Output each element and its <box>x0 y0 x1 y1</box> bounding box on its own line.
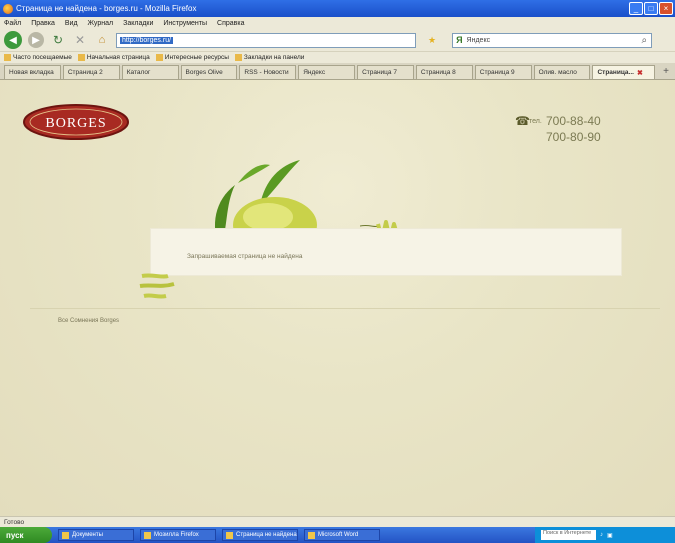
taskbar-item[interactable]: Страница не найдена <box>222 529 298 541</box>
bookmark-item[interactable]: Закладки на панели <box>234 53 305 62</box>
firefox-icon <box>226 531 233 539</box>
bookmark-label: Часто посещаемые <box>13 54 72 62</box>
tab-strip: Новая вкладка Страница 2 Каталог Borges … <box>0 63 675 80</box>
error-message: Запрашиваемая страница не найдена <box>187 253 303 260</box>
search-icon[interactable]: ⌕ <box>641 35 647 46</box>
tab-close-icon[interactable]: ✖ <box>637 69 643 77</box>
system-tray: Поиск в Интернете ♪ ▣ <box>535 527 675 543</box>
status-bar: Готово <box>0 516 675 527</box>
logo-text: BORGES <box>45 116 106 131</box>
tab[interactable]: Borges Olive <box>180 65 238 79</box>
taskbar-item-label: Microsoft Word <box>318 532 359 538</box>
stop-icon[interactable]: ✕ <box>72 32 88 48</box>
folder-icon <box>77 53 85 61</box>
menu-bookmarks[interactable]: Закладки <box>123 20 153 27</box>
speaker-icon[interactable]: ♪ <box>600 532 603 538</box>
tab[interactable]: Яндекс <box>298 65 356 79</box>
bookmark-item[interactable]: Начальная страница <box>77 53 150 62</box>
error-notice-panel: Запрашиваемая страница не найдена <box>150 228 622 276</box>
new-tab-button[interactable]: + <box>657 66 675 77</box>
search-input[interactable]: Я Яндекс ⌕ <box>452 32 653 48</box>
tab-label: Borges Olive <box>185 69 223 76</box>
network-icon[interactable]: ▣ <box>607 532 613 539</box>
folder-icon <box>155 53 163 61</box>
tab[interactable]: Страница 7 <box>357 65 414 79</box>
tab[interactable]: Страница 2 <box>62 65 120 79</box>
reload-icon[interactable]: ↻ <box>50 32 66 48</box>
status-text: Готово <box>4 518 25 526</box>
taskbar-item[interactable]: Microsoft Word <box>304 529 380 541</box>
phone-number-1: 700-88-40 <box>546 114 601 128</box>
tab-label: Каталог <box>126 69 151 76</box>
home-icon[interactable]: ⌂ <box>94 32 110 48</box>
url-text: http://borges.ru/ <box>120 36 174 44</box>
search-engine-icon[interactable]: Я <box>456 35 462 45</box>
start-button[interactable]: пуск <box>0 527 52 543</box>
tray-search-input[interactable]: Поиск в Интернете <box>541 530 596 540</box>
close-button[interactable]: × <box>659 2 673 15</box>
folder-icon <box>234 53 242 61</box>
search-placeholder: Яндекс <box>466 36 491 44</box>
tab[interactable]: Новая вкладка <box>4 65 61 79</box>
bookmarks-toolbar: Часто посещаемые Начальная страница Инте… <box>0 51 675 63</box>
tab[interactable]: Страница 9 <box>474 65 532 79</box>
phone-prefix: тел. <box>529 118 542 125</box>
menu-view[interactable]: Вид <box>65 20 78 27</box>
window-title: Страница не найдена - borges.ru - Mozill… <box>16 4 197 13</box>
firefox-icon <box>144 531 151 539</box>
tab-active[interactable]: Страница... ✖ <box>592 65 656 79</box>
taskbar-item-label: Мозилла Firefox <box>154 532 199 538</box>
url-bar[interactable]: http://borges.ru/ <box>116 32 416 48</box>
tab-label: Яндекс <box>303 69 326 76</box>
window-titlebar: Страница не найдена - borges.ru - Mozill… <box>0 0 675 17</box>
firefox-icon <box>3 3 13 14</box>
tab-label: Страница 8 <box>420 69 456 76</box>
page-content: BORGES ☎ тел. 700-88-40 700-80-90 Запраш… <box>0 80 675 516</box>
folder-icon <box>4 53 11 61</box>
forward-button[interactable]: ▶ <box>28 32 44 48</box>
window-controls: _ □ × <box>629 2 673 15</box>
bookmark-star-icon[interactable]: ★ <box>428 35 436 46</box>
tab-label: Страница 9 <box>479 69 515 76</box>
menu-file[interactable]: Файл <box>4 20 21 27</box>
bookmark-item[interactable]: Интересные ресурсы <box>155 53 229 62</box>
tab-label: RSS - Новости <box>244 69 289 76</box>
tab-label: Новая вкладка <box>9 69 54 76</box>
tab-label: Олив. масло <box>538 69 577 76</box>
borges-logo[interactable]: BORGES <box>22 102 130 142</box>
bookmark-label: Интересные ресурсы <box>164 54 229 62</box>
bookmark-label: Начальная страница <box>86 54 150 62</box>
tab[interactable]: Каталог <box>121 65 179 79</box>
bookmark-item[interactable]: Часто посещаемые <box>4 53 72 62</box>
windows-taskbar: пуск Документы Мозилла Firefox Страница … <box>0 527 675 543</box>
menu-tools[interactable]: Инструменты <box>163 20 207 27</box>
tab-label: Страница 2 <box>67 69 103 76</box>
content-divider <box>30 308 660 309</box>
folder-icon <box>62 531 69 539</box>
taskbar-item[interactable]: Документы <box>58 529 134 541</box>
menu-edit[interactable]: Правка <box>31 20 55 27</box>
phone-icon: ☎ <box>515 114 530 128</box>
taskbar-item-label: Документы <box>72 532 103 538</box>
word-icon <box>308 531 315 539</box>
footer-link[interactable]: Все Сомнения Borges <box>58 318 119 324</box>
navigation-toolbar: ◀ ▶ ↻ ✕ ⌂ http://borges.ru/ ★ Я Яндекс ⌕ <box>0 29 675 51</box>
phone-number-2: 700-80-90 <box>546 130 601 144</box>
menu-history[interactable]: Журнал <box>88 20 114 27</box>
tab-label: Страница 7 <box>362 69 397 76</box>
bookmark-label: Закладки на панели <box>243 54 305 62</box>
tab-label: Страница... <box>597 69 634 76</box>
maximize-button[interactable]: □ <box>644 2 658 15</box>
menu-help[interactable]: Справка <box>217 20 244 27</box>
taskbar-item[interactable]: Мозилла Firefox <box>140 529 216 541</box>
taskbar-item-label: Страница не найдена <box>236 532 297 538</box>
tab[interactable]: Страница 8 <box>415 65 473 79</box>
menu-bar: Файл Правка Вид Журнал Закладки Инструме… <box>0 17 675 29</box>
tab[interactable]: Олив. масло <box>533 65 591 79</box>
back-button[interactable]: ◀ <box>4 31 22 49</box>
olive-leaf-decoration-left <box>139 273 175 299</box>
tab[interactable]: RSS - Новости <box>239 65 297 79</box>
minimize-button[interactable]: _ <box>629 2 643 15</box>
